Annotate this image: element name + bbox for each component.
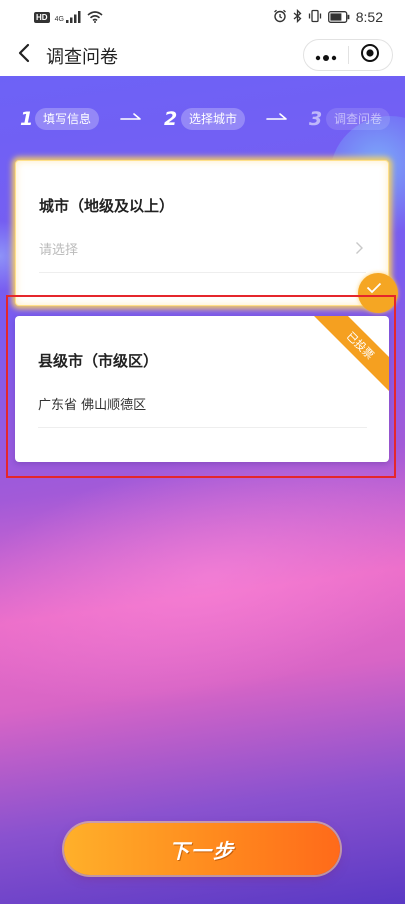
next-step-label: 下一步	[169, 838, 235, 863]
next-step-button[interactable]: 下一步	[64, 823, 340, 875]
city-select-card: 城市（地级及以上） 请选择	[15, 160, 389, 306]
close-miniprogram-button[interactable]	[349, 40, 393, 70]
network-type-label: 4G	[54, 15, 64, 23]
status-bar: HD 4G 8:52	[0, 0, 405, 34]
step-indicator: 1 填写信息 2 选择城市 3 调查问卷	[0, 106, 405, 132]
chevron-left-icon	[17, 43, 31, 67]
arrow-right-icon	[120, 110, 142, 130]
miniprogram-capsule	[303, 39, 393, 71]
step-1-number: 1	[20, 108, 34, 130]
step-2-label: 选择城市	[181, 108, 246, 130]
city-card-title: 城市（地级及以上）	[39, 197, 175, 215]
page-title: 调查问卷	[46, 47, 118, 68]
navigation-bar: 调查问卷	[0, 34, 405, 76]
chevron-right-icon[interactable]	[355, 240, 364, 259]
vibrate-icon	[308, 8, 322, 27]
arrow-right-icon	[266, 110, 288, 130]
highlight-frame	[6, 295, 396, 478]
city-card-divider	[39, 272, 366, 273]
bluetooth-icon	[293, 8, 302, 27]
step-3-number: 3	[309, 108, 323, 130]
step-3-label: 调查问卷	[326, 108, 391, 130]
more-button[interactable]	[304, 40, 348, 70]
alarm-icon	[273, 8, 287, 27]
hd-badge: HD	[34, 11, 50, 23]
main-content: 1 填写信息 2 选择城市 3 调查问卷 城市（地级及以上） 请选择 县级市（市…	[0, 76, 405, 904]
signal-icon	[65, 8, 82, 27]
status-time: 8:52	[355, 9, 383, 25]
wifi-icon	[87, 8, 103, 27]
battery-icon	[327, 8, 350, 27]
step-1-label: 填写信息	[35, 108, 100, 130]
status-right: 8:52	[273, 8, 383, 27]
city-select-placeholder[interactable]: 请选择	[39, 239, 78, 258]
step-2-number: 2	[164, 108, 178, 130]
more-dots-icon	[315, 46, 337, 65]
status-left: HD 4G	[34, 8, 103, 27]
record-target-icon	[360, 43, 380, 67]
back-button[interactable]	[10, 41, 38, 69]
